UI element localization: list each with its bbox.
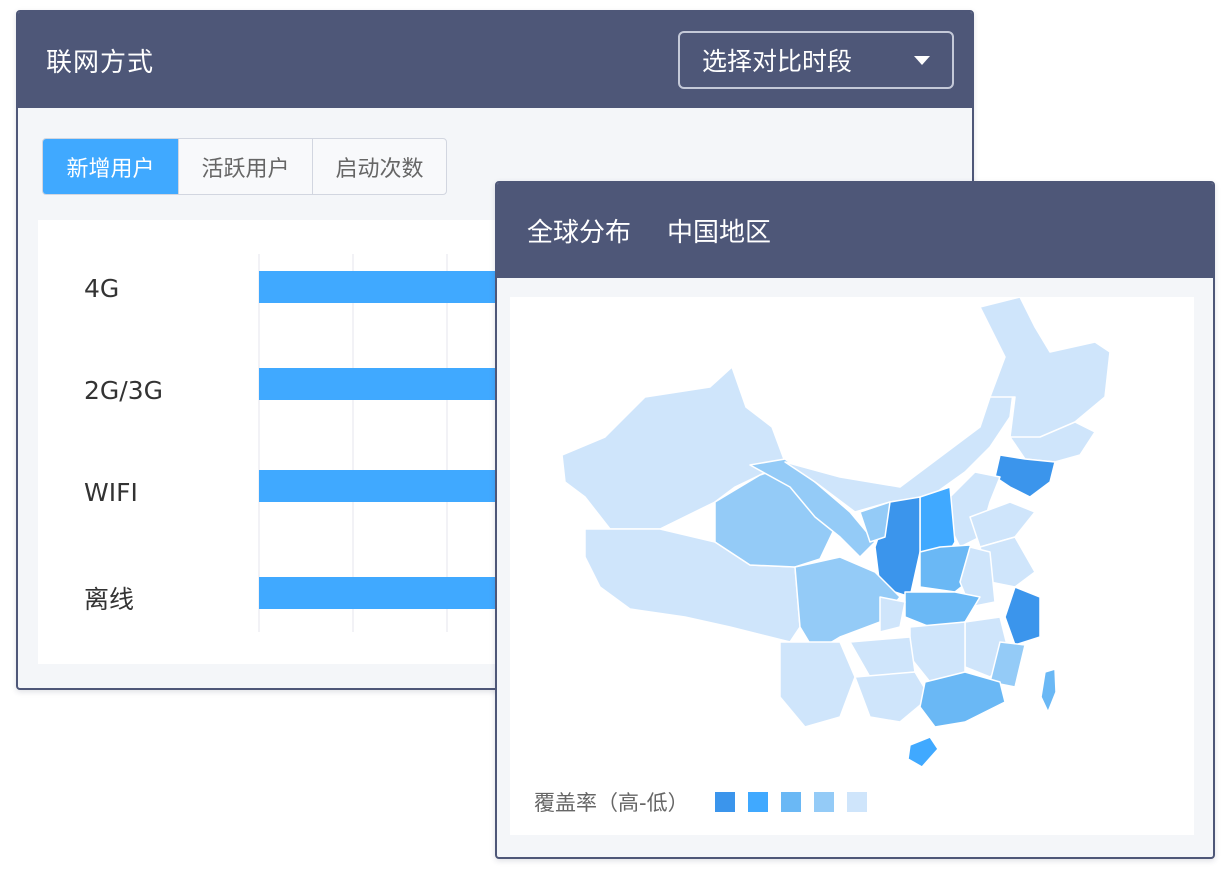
legend-swatch-3 (780, 792, 801, 812)
compare-period-select[interactable]: 选择对比时段 (678, 31, 954, 89)
legend-swatch-1 (714, 792, 735, 812)
region-taiwan (1040, 668, 1057, 713)
region-zhejiang (1004, 586, 1041, 646)
tab-new-users[interactable]: 新增用户 (43, 139, 179, 194)
compare-period-label: 选择对比时段 (702, 47, 853, 76)
network-panel-header: 联网方式 选择对比时段 (18, 12, 972, 108)
distribution-panel-header: 全球分布 中国地区 (497, 183, 1213, 278)
china-map: 覆盖率（高-低） (510, 297, 1194, 835)
metric-tabs: 新增用户 活跃用户 启动次数 (42, 138, 447, 195)
network-panel-title: 联网方式 (46, 47, 155, 78)
category-label-4g: 4G (84, 274, 120, 303)
legend-label: 覆盖率（高-低） (534, 791, 689, 815)
legend-swatch-5 (846, 792, 867, 812)
region-guizhou (849, 636, 916, 678)
region-hainan (907, 736, 939, 767)
category-label-offline: 离线 (84, 585, 135, 614)
region-chongqing (879, 596, 906, 633)
category-label-2g3g: 2G/3G (84, 376, 163, 405)
region-guangxi (854, 671, 931, 723)
tab-china-region[interactable]: 中国地区 (667, 212, 771, 249)
legend-swatch-2 (747, 792, 768, 812)
category-label-wifi: WIFI (84, 478, 138, 507)
caret-down-icon (914, 55, 930, 65)
tab-launch-count[interactable]: 启动次数 (313, 139, 446, 194)
tab-active-users[interactable]: 活跃用户 (179, 139, 313, 194)
legend-swatch-4 (813, 792, 834, 812)
distribution-panel: 全球分布 中国地区 覆盖率（高-低） (495, 181, 1215, 859)
region-guangdong (919, 671, 1006, 728)
coverage-legend: 覆盖率（高-低） (534, 787, 880, 817)
tab-global-distribution[interactable]: 全球分布 (527, 212, 631, 249)
region-yunnan (779, 641, 856, 728)
region-liaoning (994, 454, 1056, 498)
china-map-svg (561, 297, 1111, 767)
region-hunan (909, 621, 966, 683)
